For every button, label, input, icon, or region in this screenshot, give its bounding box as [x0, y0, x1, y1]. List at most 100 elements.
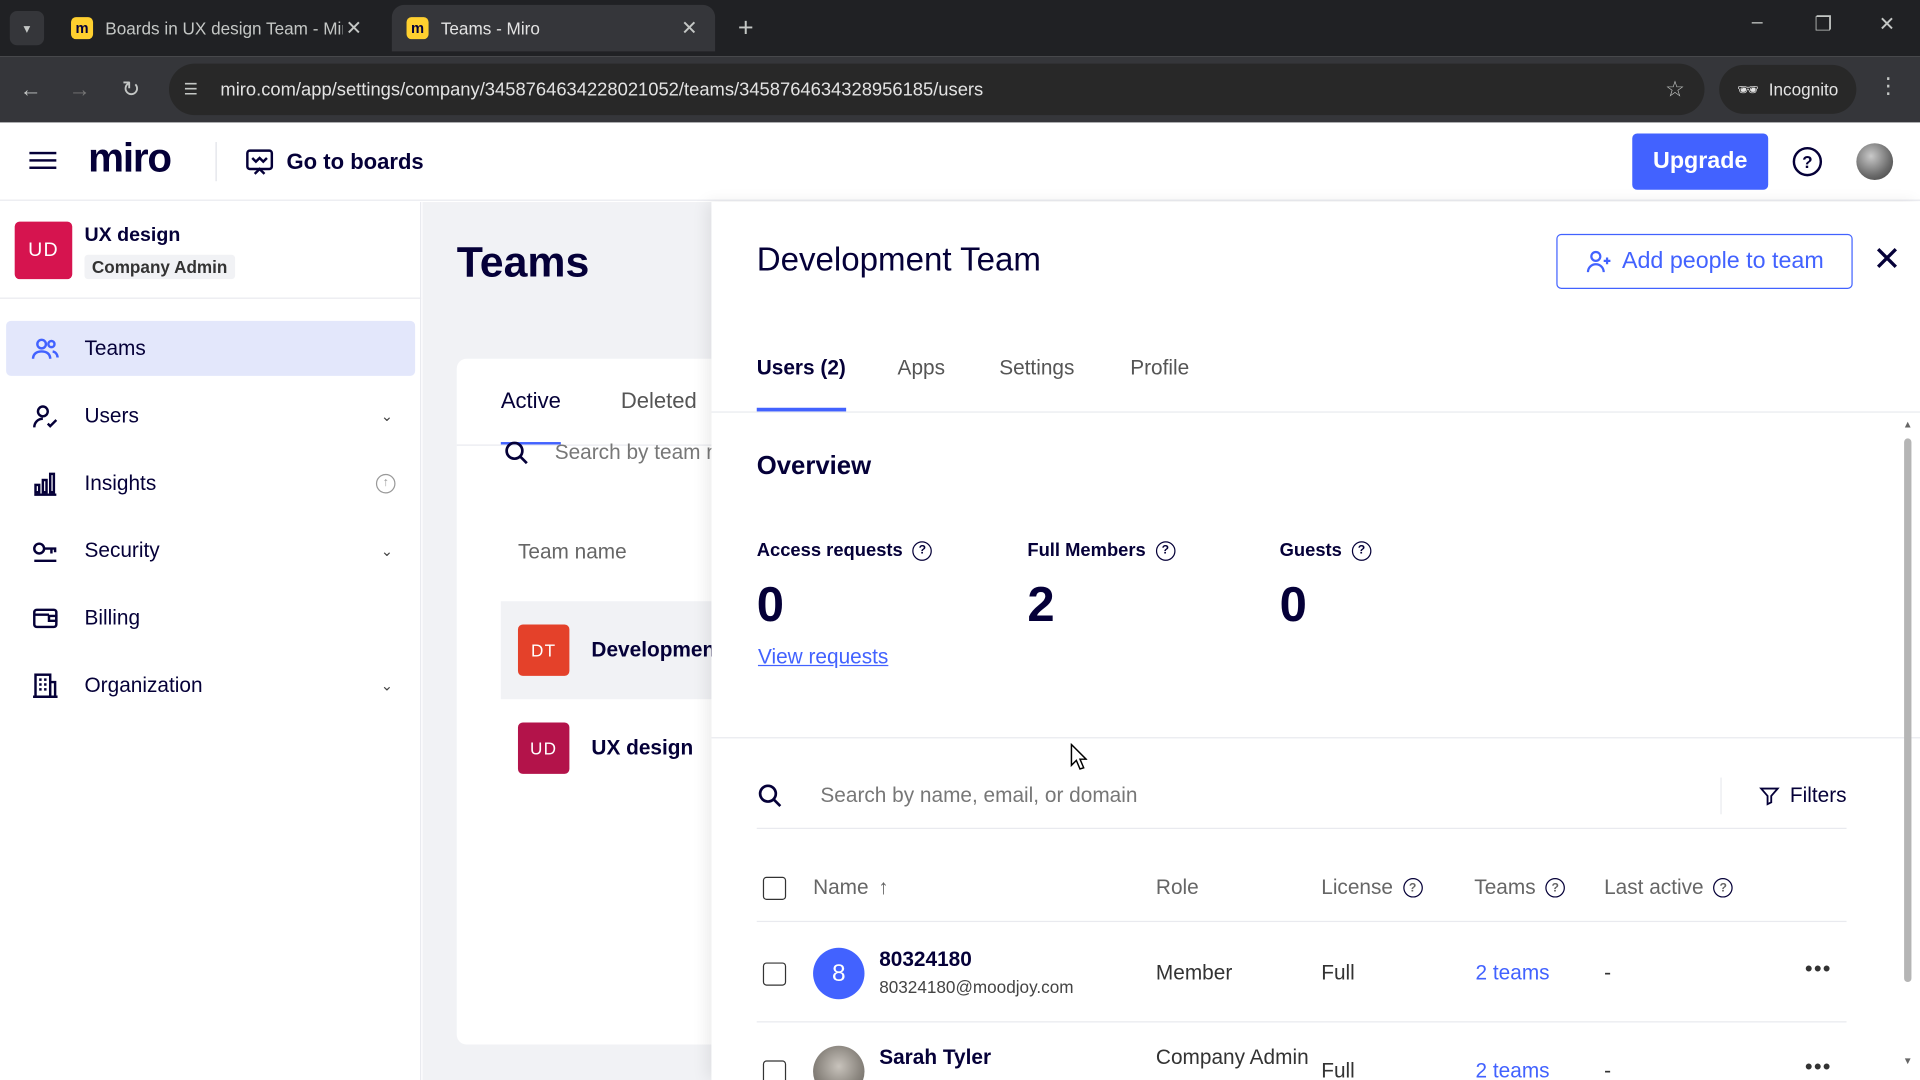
view-requests-link[interactable]: View requests	[758, 645, 888, 669]
tab-deleted[interactable]: Deleted	[621, 388, 697, 439]
help-icon[interactable]: ?	[1713, 877, 1733, 898]
forward-icon[interactable]: →	[64, 73, 96, 105]
team-detail-panel: Development Team Add people to team ✕ Us…	[711, 202, 1920, 1080]
sidebar-item-users[interactable]: Users ⌄	[6, 388, 415, 443]
org-badge: UD	[14, 221, 73, 280]
upgrade-button[interactable]: Upgrade	[1632, 133, 1769, 190]
sidebar-item-organization[interactable]: Organization ⌄	[6, 658, 415, 713]
reload-icon[interactable]: ↻	[115, 73, 147, 105]
bookmark-star-icon[interactable]: ☆	[1665, 77, 1685, 103]
help-icon[interactable]: ?	[1155, 540, 1176, 561]
add-people-to-team-button[interactable]: Add people to team	[1556, 233, 1853, 289]
chevron-down-icon[interactable]: ⌄	[381, 677, 393, 694]
tab-settings[interactable]: Settings	[999, 356, 1074, 380]
panel-scrollbar[interactable]: ▲ ▼	[1902, 419, 1914, 1068]
user-avatar[interactable]	[1856, 143, 1894, 181]
table-row[interactable]: Sarah Tyler Company Admin Full 2 teams -…	[757, 1022, 1847, 1080]
teams-icon	[28, 331, 62, 365]
help-icon[interactable]: ?	[1402, 877, 1423, 898]
new-tab-icon[interactable]: +	[730, 12, 762, 44]
user-search-bar[interactable]: Search by name, email, or domain Filters	[756, 763, 1847, 829]
user-license: Full	[1321, 1059, 1355, 1080]
user-icon	[28, 399, 62, 433]
user-search-input[interactable]: Search by name, email, or domain	[820, 783, 1137, 807]
incognito-indicator[interactable]: 🕶 Incognito	[1719, 64, 1857, 114]
column-license[interactable]: License?	[1321, 876, 1423, 900]
user-role[interactable]: Company Admin	[1156, 1046, 1309, 1070]
more-options-icon[interactable]: •••	[1805, 956, 1832, 982]
stat-label: Access requests	[756, 540, 903, 561]
user-teams-link[interactable]: 2 teams	[1476, 961, 1550, 985]
tab-profile[interactable]: Profile	[1130, 356, 1189, 380]
sidebar-item-teams[interactable]: Teams	[6, 320, 416, 376]
add-people-label: Add people to team	[1621, 247, 1824, 274]
scroll-up-arrow-icon[interactable]: ▲	[1902, 419, 1914, 430]
browser-tab-teams[interactable]: m Teams - Miro ✕	[391, 4, 716, 52]
team-row-development[interactable]: DT Development Team	[500, 601, 746, 700]
team-name: UX design	[591, 735, 694, 760]
column-role[interactable]: Role	[1156, 876, 1199, 900]
minimize-icon[interactable]: –	[1739, 12, 1776, 34]
miro-logo[interactable]: miro	[88, 135, 172, 182]
user-name: Sarah Tyler	[879, 1045, 992, 1069]
column-label: Role	[1155, 875, 1199, 899]
row-checkbox[interactable]	[762, 962, 787, 986]
settings-sidebar: UD UX design Company Admin Teams Users ⌄…	[0, 202, 422, 1080]
more-options-icon[interactable]: •••	[1805, 1054, 1832, 1080]
sidebar-item-billing[interactable]: Billing	[6, 590, 415, 645]
help-icon[interactable]: ?	[1351, 540, 1372, 561]
avatar: 8	[813, 947, 865, 1000]
url-text[interactable]: miro.com/app/settings/company/3458764634…	[220, 79, 983, 100]
team-row-ux-design[interactable]: UD UX design	[501, 699, 746, 797]
tab-users[interactable]: Users (2)	[756, 356, 846, 412]
tab-apps[interactable]: Apps	[898, 356, 945, 380]
browser-menu-icon[interactable]: ⋮	[1873, 73, 1902, 99]
hamburger-menu-icon[interactable]	[29, 147, 57, 176]
table-row[interactable]: 8 80324180 80324180@moodjoy.com Member F…	[756, 924, 1847, 1023]
go-to-boards-label: Go to boards	[286, 148, 424, 174]
scrollbar-thumb[interactable]	[1904, 438, 1912, 983]
help-icon[interactable]: ?	[912, 540, 933, 561]
panel-title: Development Team	[756, 241, 1041, 278]
scroll-down-arrow-icon[interactable]: ▼	[1902, 1056, 1914, 1067]
filters-button[interactable]: Filters	[1720, 777, 1847, 815]
select-all-checkbox[interactable]	[762, 876, 787, 901]
chevron-down-icon[interactable]: ⌄	[381, 407, 393, 424]
close-tab-icon[interactable]: ✕	[678, 16, 700, 40]
sidebar-item-security[interactable]: Security ⌄	[6, 523, 415, 578]
team-name-column-header[interactable]: Team name	[518, 540, 627, 564]
help-icon[interactable]: ?	[1545, 877, 1566, 898]
user-name: 80324180	[879, 947, 972, 972]
close-tab-icon[interactable]: ✕	[343, 16, 365, 40]
back-icon[interactable]: ←	[15, 73, 47, 105]
incognito-label: Incognito	[1768, 79, 1839, 100]
user-teams-link[interactable]: 2 teams	[1476, 1059, 1550, 1080]
address-bar[interactable]: ☰ miro.com/app/settings/company/34587646…	[168, 63, 1705, 116]
column-last-active[interactable]: Last active?	[1604, 876, 1733, 900]
chevron-down-icon[interactable]: ⌄	[381, 542, 393, 559]
avatar	[813, 1045, 865, 1080]
boards-icon	[246, 149, 274, 175]
close-panel-icon[interactable]: ✕	[1872, 242, 1902, 276]
site-info-icon[interactable]: ☰	[184, 80, 216, 100]
sidebar-item-insights[interactable]: Insights ↑	[6, 456, 415, 511]
tab-search-chevron-icon[interactable]: ▾	[9, 11, 45, 46]
restore-icon[interactable]: ❐	[1805, 12, 1842, 36]
info-icon[interactable]: ↑	[375, 473, 396, 493]
column-name[interactable]: Name ↑	[813, 876, 889, 900]
org-switcher[interactable]: UD UX design Company Admin	[14, 221, 235, 280]
search-icon	[505, 441, 528, 465]
column-teams[interactable]: Teams?	[1474, 876, 1566, 900]
row-checkbox[interactable]	[762, 1060, 787, 1080]
browser-tab-boards[interactable]: m Boards in UX design Team - Miro ✕	[56, 5, 379, 52]
go-to-boards-button[interactable]: Go to boards	[245, 142, 424, 181]
stat-access-requests: Access requests? 0	[756, 540, 933, 633]
page-title: Teams	[456, 238, 590, 287]
tab-active[interactable]: Active	[500, 388, 561, 445]
help-icon[interactable]: ?	[1792, 146, 1823, 177]
user-license: Full	[1321, 961, 1355, 985]
user-role[interactable]: Member	[1156, 961, 1232, 985]
close-window-icon[interactable]: ✕	[1869, 12, 1906, 36]
stat-label: Full Members	[1027, 540, 1146, 561]
key-icon	[28, 533, 62, 567]
